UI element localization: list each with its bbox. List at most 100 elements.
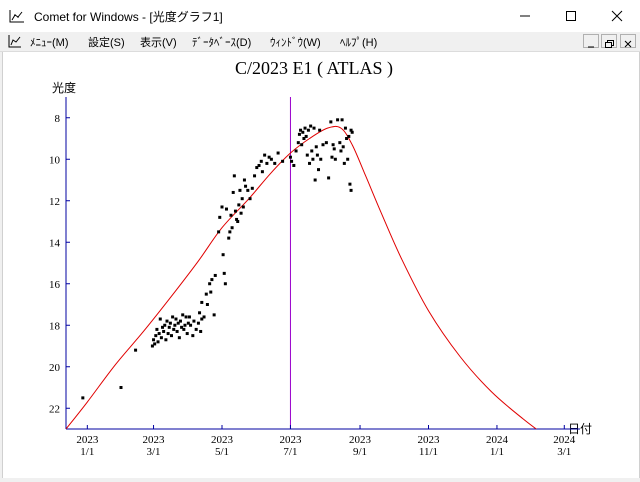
- observation-point: [177, 336, 181, 340]
- x-tick-label-year: 2023: [417, 434, 440, 446]
- observation-point: [200, 300, 204, 304]
- observation-point: [209, 290, 213, 294]
- observation-point: [300, 143, 304, 147]
- observation-point: [208, 282, 212, 286]
- x-tick-label-date: 1/1: [80, 446, 94, 458]
- maximize-button[interactable]: [548, 0, 594, 32]
- observation-point: [338, 141, 342, 145]
- menu-database[interactable]: ﾃﾞｰﾀﾍﾞｰｽ(D): [192, 34, 251, 50]
- observation-point: [350, 130, 354, 134]
- chart-window: C/2023 E1 ( ATLAS ) 光度 日付 8 10 12 14 16 18 20 2…: [2, 52, 640, 478]
- observation-point: [194, 327, 198, 331]
- observation-point: [343, 126, 347, 130]
- observation-point: [232, 174, 236, 178]
- observation-point: [327, 176, 331, 180]
- observation-point: [303, 126, 307, 130]
- observation-point: [233, 209, 237, 213]
- menu-window[interactable]: ｳｨﾝﾄﾞｳ(W): [270, 34, 321, 50]
- observation-point: [317, 168, 321, 172]
- menu-bar: ﾒﾆｭｰ(M) 設定(S) 表示(V) ﾃﾞｰﾀﾍﾞｰｽ(D) ｳｨﾝﾄﾞｳ(W…: [0, 32, 640, 52]
- observation-point: [81, 396, 85, 400]
- observation-point: [347, 134, 351, 138]
- child-close-button[interactable]: [620, 34, 636, 48]
- x-tick-label-date: 1/1: [490, 446, 504, 458]
- observation-point: [238, 188, 242, 192]
- observation-point: [341, 145, 345, 149]
- observation-point: [198, 311, 202, 315]
- observation-point: [168, 321, 172, 325]
- observation-point: [297, 132, 301, 136]
- observation-point: [165, 319, 169, 323]
- chart-title: C/2023 E1 ( ATLAS ): [235, 58, 393, 79]
- child-minimize-button[interactable]: [583, 34, 599, 48]
- menu-settings[interactable]: 設定(S): [88, 34, 125, 50]
- observation-point: [290, 159, 294, 163]
- window-title: Comet for Windows - [光度グラフ1]: [34, 10, 223, 24]
- observation-point: [242, 178, 246, 182]
- observation-point: [204, 292, 208, 296]
- observation-point: [324, 141, 328, 145]
- observation-point: [288, 155, 292, 159]
- x-tick-label-year: 2023: [76, 434, 99, 446]
- observation-point: [294, 149, 298, 153]
- observation-point: [305, 153, 309, 157]
- observation-point: [241, 205, 245, 209]
- observation-point: [340, 118, 344, 122]
- observation-point: [202, 315, 206, 319]
- y-axis-label: 光度: [52, 80, 76, 95]
- observation-point: [269, 157, 273, 161]
- observation-point: [339, 149, 343, 153]
- observation-point: [155, 327, 159, 331]
- child-window-icon[interactable]: [8, 34, 22, 48]
- app-icon: [9, 10, 24, 23]
- observation-point: [183, 323, 187, 327]
- title-bar: Comet for Windows - [光度グラフ1]: [0, 0, 640, 32]
- observation-point: [199, 329, 203, 333]
- observation-point: [217, 230, 221, 234]
- observation-point: [153, 342, 157, 346]
- observation-point: [265, 161, 269, 165]
- observation-point: [236, 220, 240, 223]
- observation-point: [276, 151, 280, 155]
- observation-point: [257, 163, 261, 167]
- menu-help[interactable]: ﾍﾙﾌﾟ(H): [340, 34, 377, 50]
- observation-point: [119, 386, 123, 389]
- observation-point: [348, 182, 352, 186]
- y-tick-label: 16: [49, 279, 61, 291]
- observation-point: [240, 197, 244, 201]
- observation-point: [304, 134, 308, 138]
- observation-point: [192, 319, 196, 323]
- observation-point: [321, 143, 325, 147]
- observation-point: [152, 338, 156, 342]
- observation-point: [228, 230, 232, 234]
- observation-point: [244, 184, 248, 188]
- x-tick-label-year: 2023: [349, 434, 372, 446]
- close-button[interactable]: [594, 0, 640, 32]
- observation-point: [173, 323, 177, 327]
- observation-point: [164, 338, 168, 342]
- close-icon: [624, 40, 632, 48]
- observation-point: [174, 317, 178, 321]
- x-tick-label-date: 7/1: [283, 446, 297, 458]
- y-tick-label: 10: [49, 154, 61, 166]
- observation-point: [222, 271, 226, 275]
- observation-point: [218, 215, 222, 219]
- child-restore-button[interactable]: [601, 34, 617, 48]
- y-tick-label: 12: [49, 196, 60, 208]
- observation-point: [178, 319, 182, 323]
- observation-point: [263, 153, 267, 157]
- observation-point: [248, 197, 252, 201]
- observation-point: [314, 145, 318, 149]
- observation-point: [163, 323, 167, 327]
- restore-icon: [605, 40, 614, 48]
- observation-point: [237, 203, 241, 207]
- minimize-button[interactable]: [502, 0, 548, 32]
- observation-point: [196, 321, 200, 325]
- observation-point: [171, 315, 175, 319]
- observation-point: [315, 153, 319, 157]
- observation-point: [213, 273, 217, 277]
- menu-menu[interactable]: ﾒﾆｭｰ(M): [30, 34, 69, 50]
- observation-point: [205, 303, 209, 306]
- observation-point: [185, 332, 189, 336]
- menu-view[interactable]: 表示(V): [140, 34, 177, 50]
